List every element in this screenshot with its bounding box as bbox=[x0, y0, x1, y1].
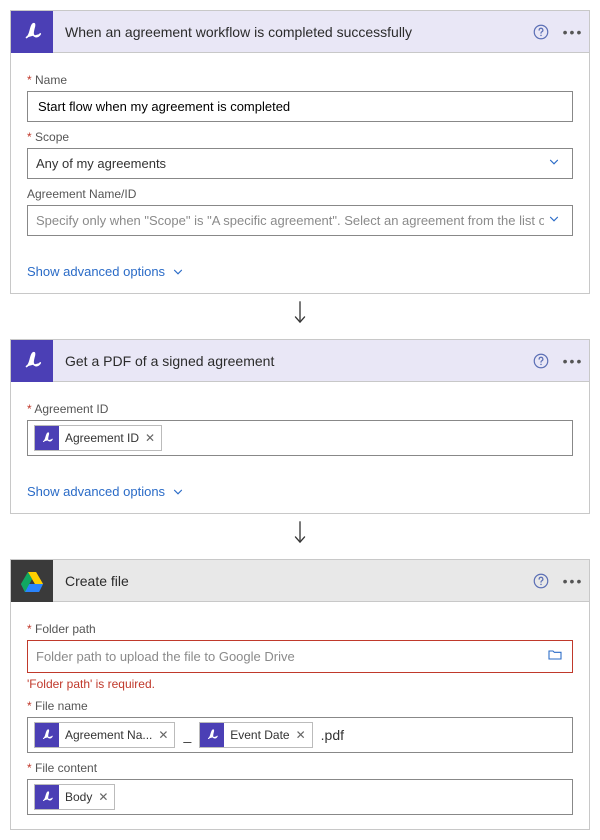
more-button[interactable]: ••• bbox=[557, 560, 589, 602]
adobe-sign-icon bbox=[200, 723, 224, 747]
step-trigger-card: When an agreement workflow is completed … bbox=[10, 10, 590, 294]
step-title: Get a PDF of a signed agreement bbox=[53, 353, 525, 369]
google-drive-icon bbox=[11, 560, 53, 602]
token-remove-icon[interactable]: ✕ bbox=[158, 728, 168, 742]
step-body: Name Scope Any of my agreements Agreemen… bbox=[11, 53, 589, 250]
step-createfile-card: Create file ••• Folder path Folder path … bbox=[10, 559, 590, 830]
help-icon[interactable] bbox=[525, 560, 557, 602]
adobe-sign-icon bbox=[35, 723, 59, 747]
show-advanced-link[interactable]: Show advanced options bbox=[11, 250, 589, 293]
token-agreement-id[interactable]: Agreement ID ✕ bbox=[34, 425, 162, 451]
step-body: Agreement ID Agreement ID ✕ bbox=[11, 382, 589, 470]
more-button[interactable]: ••• bbox=[557, 340, 589, 382]
help-icon[interactable] bbox=[525, 11, 557, 53]
adobe-sign-icon bbox=[35, 426, 59, 450]
help-icon[interactable] bbox=[525, 340, 557, 382]
agreement-id-input[interactable]: Agreement ID ✕ bbox=[27, 420, 573, 456]
step-getpdf-card: Get a PDF of a signed agreement ••• Agre… bbox=[10, 339, 590, 514]
agreement-id-label: Agreement Name/ID bbox=[27, 187, 573, 201]
chevron-down-icon bbox=[171, 265, 185, 279]
chevron-down-icon[interactable] bbox=[544, 155, 564, 172]
step-header[interactable]: Create file ••• bbox=[11, 560, 589, 602]
adobe-sign-icon bbox=[11, 11, 53, 53]
more-button[interactable]: ••• bbox=[557, 11, 589, 53]
token-remove-icon[interactable]: ✕ bbox=[98, 790, 108, 804]
scope-label: Scope bbox=[27, 130, 573, 144]
folder-path-error: 'Folder path' is required. bbox=[27, 677, 573, 691]
scope-select[interactable]: Any of my agreements bbox=[27, 148, 573, 179]
filename-separator: _ bbox=[179, 727, 195, 743]
token-body[interactable]: Body ✕ bbox=[34, 784, 115, 810]
step-header[interactable]: Get a PDF of a signed agreement ••• bbox=[11, 340, 589, 382]
token-remove-icon[interactable]: ✕ bbox=[145, 431, 155, 445]
file-name-label: File name bbox=[27, 699, 573, 713]
step-body: Folder path Folder path to upload the fi… bbox=[11, 602, 589, 829]
show-advanced-link[interactable]: Show advanced options bbox=[11, 470, 589, 513]
flow-arrow bbox=[10, 514, 590, 559]
token-agreement-name[interactable]: Agreement Na... ✕ bbox=[34, 722, 175, 748]
agreement-id-select[interactable]: Specify only when "Scope" is "A specific… bbox=[27, 205, 573, 236]
chevron-down-icon bbox=[171, 485, 185, 499]
flow-arrow bbox=[10, 294, 590, 339]
adobe-sign-icon bbox=[35, 785, 59, 809]
filename-suffix: .pdf bbox=[317, 727, 348, 743]
step-title: When an agreement workflow is completed … bbox=[53, 24, 525, 40]
file-content-label: File content bbox=[27, 761, 573, 775]
agreement-id-label: Agreement ID bbox=[27, 402, 573, 416]
chevron-down-icon[interactable] bbox=[544, 212, 564, 229]
step-header[interactable]: When an agreement workflow is completed … bbox=[11, 11, 589, 53]
name-label: Name bbox=[27, 73, 573, 87]
folder-path-input[interactable]: Folder path to upload the file to Google… bbox=[27, 640, 573, 673]
name-input[interactable] bbox=[27, 91, 573, 122]
adobe-sign-icon bbox=[11, 340, 53, 382]
token-event-date[interactable]: Event Date ✕ bbox=[199, 722, 312, 748]
file-content-input[interactable]: Body ✕ bbox=[27, 779, 573, 815]
file-name-input[interactable]: Agreement Na... ✕ _ Event Date ✕ .pdf bbox=[27, 717, 573, 753]
folder-picker-icon[interactable] bbox=[546, 647, 564, 666]
folder-path-label: Folder path bbox=[27, 622, 573, 636]
token-remove-icon[interactable]: ✕ bbox=[296, 728, 306, 742]
step-title: Create file bbox=[53, 573, 525, 589]
